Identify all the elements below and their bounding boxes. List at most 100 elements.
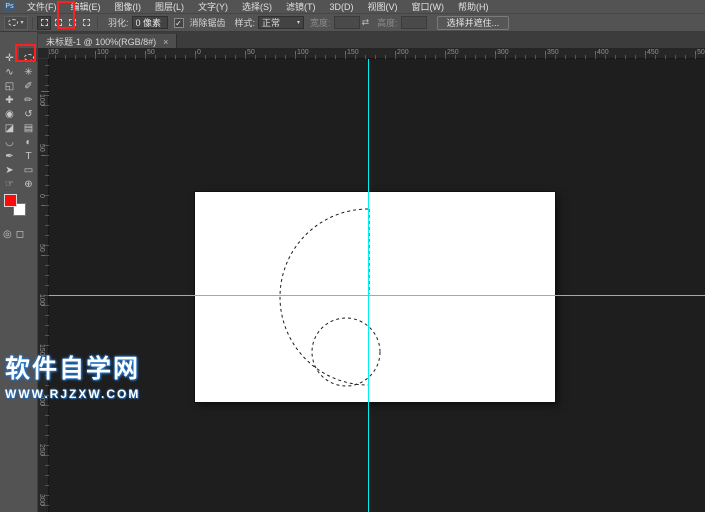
ruler-number: 100	[38, 94, 45, 106]
canvas-area[interactable]: 15010050050100150200250300350400450500 1…	[38, 48, 705, 512]
add-to-selection-button[interactable]	[51, 16, 65, 30]
style-value: 正常	[262, 16, 280, 29]
screen-mode-button[interactable]: ◻	[16, 224, 24, 242]
swap-dimensions-icon[interactable]: ⇄	[362, 17, 370, 28]
ruler-number: 450	[647, 49, 659, 56]
subtract-from-selection-button[interactable]	[65, 16, 79, 30]
menu-type[interactable]: 文字(Y)	[191, 0, 235, 14]
ruler-number: 50	[147, 49, 155, 56]
selection-mode-group	[37, 16, 93, 30]
history-brush-tool[interactable]: ↺	[19, 104, 38, 118]
menu-select[interactable]: 选择(S)	[235, 0, 279, 14]
style-dropdown[interactable]: 正常 ▾	[258, 16, 304, 29]
antialias-checkbox[interactable]: ✓	[174, 18, 184, 28]
zoom-icon: ⊕	[24, 178, 32, 192]
ruler-number: 100	[38, 294, 45, 306]
new-selection-icon	[41, 19, 48, 26]
height-input[interactable]	[401, 16, 427, 29]
crop-tool[interactable]: ◱	[0, 76, 19, 90]
gradient-tool[interactable]: ▤	[19, 118, 38, 132]
menu-view[interactable]: 视图(V)	[361, 0, 405, 14]
intersect-selection-icon	[83, 19, 90, 26]
quick-mask-button[interactable]: ◎	[3, 224, 12, 242]
ruler-number: 0	[197, 49, 201, 56]
ruler-number: 350	[547, 49, 559, 56]
horizontal-ruler[interactable]: 15010050050100150200250300350400450500	[38, 48, 705, 59]
new-selection-button[interactable]	[37, 16, 51, 30]
menu-filter[interactable]: 滤镜(T)	[279, 0, 323, 14]
healing-brush-tool[interactable]: ✚	[0, 90, 19, 104]
menu-3d[interactable]: 3D(D)	[323, 0, 361, 14]
app-icon: Ps	[4, 1, 15, 12]
separator	[97, 17, 98, 29]
magic-wand-tool[interactable]: ✳	[19, 62, 38, 76]
eraser-tool[interactable]: ◪	[0, 118, 19, 132]
toolbar: ✛∿✳◱✐✚✏◉↺◪▤◡◐✒T➤▭☞⊕ ◎◻	[0, 32, 38, 512]
chevron-down-icon: ▾	[297, 20, 300, 26]
ruler-number: 50	[38, 144, 45, 152]
ruler-number: 300	[38, 494, 45, 506]
pen-tool[interactable]: ✒	[0, 146, 19, 160]
ruler-number: 250	[38, 444, 45, 456]
ruler-number: 100	[297, 49, 309, 56]
chevron-down-icon: ▾	[20, 20, 23, 26]
menu-window[interactable]: 窗口(W)	[405, 0, 452, 14]
check-icon: ✓	[175, 19, 182, 28]
toolbar-extras: ◎◻	[0, 224, 37, 242]
shape-tool[interactable]: ▭	[19, 160, 38, 174]
height-label: 高度:	[377, 16, 398, 29]
ruler-number: 50	[38, 244, 45, 252]
hand-tool[interactable]: ☞	[0, 174, 19, 188]
lasso-tool[interactable]: ∿	[0, 62, 19, 76]
path-selection-tool[interactable]: ➤	[0, 160, 19, 174]
quick-mask-icon: ◎	[3, 229, 12, 240]
blur-tool[interactable]: ◡	[0, 132, 19, 146]
menu-layer[interactable]: 图层(L)	[148, 0, 191, 14]
ruler-number: 0	[38, 194, 45, 198]
menu-image[interactable]: 图像(I)	[108, 0, 149, 14]
eyedropper-tool[interactable]: ✐	[19, 76, 38, 90]
elliptical-marquee-icon	[8, 19, 18, 26]
intersect-selection-button[interactable]	[79, 16, 93, 30]
document-canvas[interactable]	[195, 192, 555, 402]
screen-mode-icon: ◻	[16, 229, 24, 240]
select-and-mask-button[interactable]: 选择并遮住...	[437, 16, 510, 30]
ruler-number: 50	[247, 49, 255, 56]
menu-file[interactable]: 文件(F)	[20, 0, 64, 14]
feather-input[interactable]	[132, 16, 168, 29]
ruler-number: 500	[697, 49, 705, 56]
width-label: 宽度:	[310, 16, 331, 29]
brush-tool[interactable]: ✏	[19, 90, 38, 104]
ruler-number: 150	[38, 344, 45, 356]
dodge-tool[interactable]: ◐	[19, 132, 38, 146]
ruler-corner	[38, 48, 49, 59]
small-circle-selection	[312, 318, 380, 386]
clone-stamp-tool[interactable]: ◉	[0, 104, 19, 118]
marching-ants-selection	[195, 192, 555, 402]
ruler-number: 250	[447, 49, 459, 56]
style-label: 样式:	[235, 16, 256, 29]
zoom-tool[interactable]: ⊕	[19, 174, 38, 188]
vertical-ruler[interactable]: 10050050100150200250300	[38, 48, 49, 512]
menu-help[interactable]: 帮助(H)	[451, 0, 496, 14]
vertical-guide[interactable]	[368, 59, 369, 512]
type-tool[interactable]: T	[19, 146, 38, 160]
menu-items: 文件(F)编辑(E)图像(I)图层(L)文字(Y)选择(S)滤镜(T)3D(D)…	[20, 0, 496, 14]
tab-close-icon[interactable]: ×	[163, 37, 168, 47]
width-input[interactable]	[334, 16, 360, 29]
add-to-selection-icon	[55, 19, 62, 26]
tool-preset-picker[interactable]: ▾	[4, 16, 28, 30]
horizontal-guide[interactable]	[49, 295, 705, 296]
elliptical-marquee-tool[interactable]	[19, 48, 38, 62]
hand-icon: ☞	[5, 178, 14, 192]
foreground-color-swatch[interactable]	[4, 194, 17, 207]
ruler-number: 150	[347, 49, 359, 56]
document-tab-bar: 未标题-1 @ 100%(RGB/8#) ×	[38, 32, 705, 48]
menu-bar: Ps 文件(F)编辑(E)图像(I)图层(L)文字(Y)选择(S)滤镜(T)3D…	[0, 0, 705, 14]
move-tool[interactable]: ✛	[0, 48, 19, 62]
color-swatches	[0, 192, 38, 220]
menu-edit[interactable]: 编辑(E)	[64, 0, 108, 14]
ruler-number: 100	[97, 49, 109, 56]
ruler-number: 200	[397, 49, 409, 56]
large-circle-selection-arc	[280, 209, 368, 385]
